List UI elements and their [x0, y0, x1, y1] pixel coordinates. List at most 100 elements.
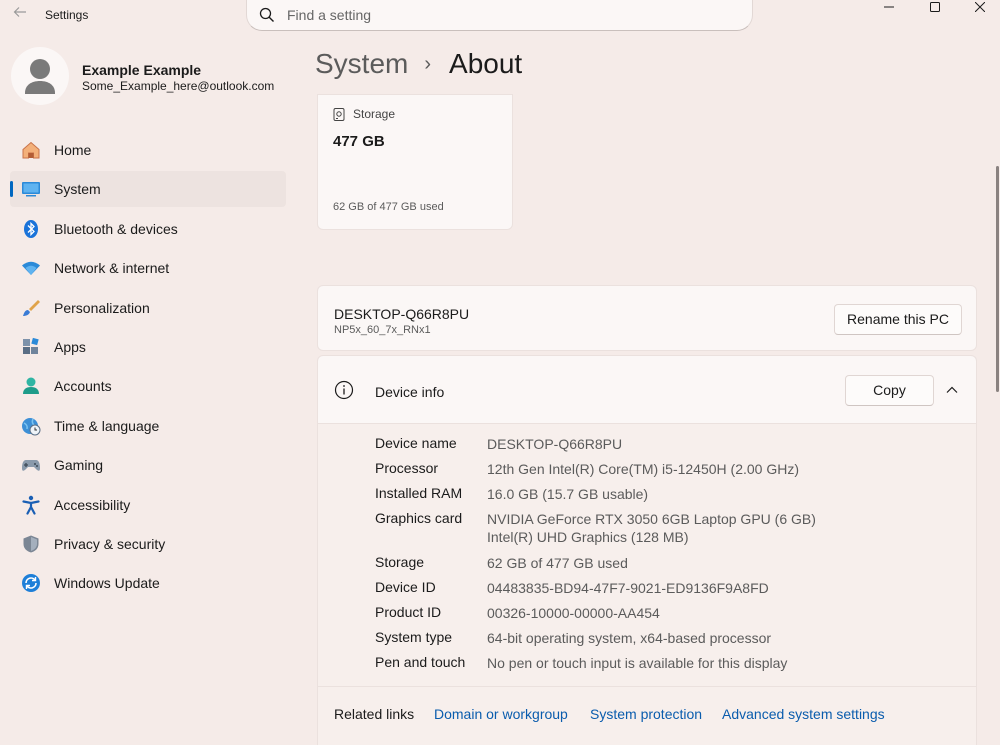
system-protection-link[interactable]: System protection — [590, 706, 702, 722]
sidebar-item-label: Network & internet — [54, 260, 170, 277]
info-row-processor: Processor 12th Gen Intel(R) Core(TM) i5-… — [375, 460, 799, 478]
profile-name: Example Example — [82, 62, 202, 78]
info-value: 62 GB of 477 GB used — [487, 555, 628, 571]
info-value: 64-bit operating system, x64-based proce… — [487, 630, 772, 646]
accounts-icon — [21, 376, 41, 396]
profile-email: Some_Example_here@outlook.com — [82, 79, 275, 93]
title-bar: Settings — [0, 0, 1000, 34]
info-row-product-id: Product ID 00326-10000-00000-AA454 — [375, 604, 660, 622]
pc-model: NP5x_60_7x_RNx1 — [334, 324, 431, 336]
wifi-icon — [21, 258, 41, 278]
person-icon — [25, 59, 55, 94]
apps-icon — [21, 337, 41, 357]
search-box[interactable] — [246, 0, 753, 31]
sidebar-item-label: Home — [54, 142, 92, 158]
info-row-device-name: Device name DESKTOP-Q66R8PU — [375, 435, 622, 453]
sidebar-item-label: Privacy & security — [54, 535, 166, 552]
search-input[interactable] — [287, 5, 727, 25]
arrow-left-icon — [13, 7, 26, 17]
info-row-installed-ram: Installed RAM 16.0 GB (15.7 GB usable) — [375, 485, 648, 503]
bluetooth-icon — [21, 219, 41, 239]
sidebar-item-label: Gaming — [54, 457, 104, 474]
page-title: About — [449, 48, 523, 79]
info-value: DESKTOP-Q66R8PU — [487, 436, 623, 452]
info-key: System type — [375, 629, 453, 645]
info-key: Pen and touch — [375, 654, 466, 670]
info-value: 16.0 GB (15.7 GB usable) — [487, 486, 649, 502]
sidebar-item-personalization[interactable]: Personalization — [10, 290, 286, 326]
info-key: Processor — [375, 460, 439, 476]
sidebar-item-label: Time & language — [54, 417, 160, 434]
shield-icon — [21, 534, 41, 554]
advanced-system-settings-link[interactable]: Advanced system settings — [722, 706, 885, 722]
sidebar-item-label: Personalization — [54, 299, 150, 316]
maximize-button[interactable] — [912, 0, 958, 14]
info-key: Device ID — [375, 579, 436, 595]
rename-pc-button[interactable]: Rename this PC — [834, 304, 962, 335]
breadcrumb-parent[interactable]: System — [315, 48, 408, 80]
minimize-button[interactable] — [866, 0, 912, 14]
close-button[interactable] — [957, 0, 1000, 14]
sidebar-item-label: Windows Update — [54, 575, 160, 592]
related-links: Related links Domain or workgroup System… — [318, 686, 976, 745]
close-icon — [975, 2, 985, 12]
info-value: 04483835-BD94-47F7-9021-ED9136F9A8FD — [487, 580, 769, 596]
pc-name-card: DESKTOP-Q66R8PU NP5x_60_7x_RNx1 Rename t… — [317, 285, 977, 351]
info-key: Installed RAM — [375, 485, 463, 501]
device-info-title: Device info — [375, 384, 445, 400]
storage-label: Storage — [353, 107, 396, 121]
device-info-card: Device info Copy Device name DESKTOP-Q66… — [317, 355, 977, 745]
device-info-body: Device name DESKTOP-Q66R8PU Processor 12… — [318, 424, 976, 686]
sidebar-item-apps[interactable]: Apps — [10, 329, 286, 365]
sidebar-item-system[interactable]: System — [10, 171, 286, 208]
info-value-group: NVIDIA GeForce RTX 3050 6GB Laptop GPU (… — [487, 510, 816, 546]
breadcrumb: System › About — [315, 48, 522, 80]
info-row-pen-touch: Pen and touch No pen or touch input is a… — [375, 654, 787, 672]
sidebar-nav: Home System Bluetooth & devices Network … — [10, 132, 286, 605]
avatar[interactable] — [11, 47, 69, 105]
info-row-system-type: System type 64-bit operating system, x64… — [375, 629, 771, 647]
info-icon — [334, 380, 354, 405]
info-row-storage: Storage 62 GB of 477 GB used — [375, 554, 628, 572]
gamepad-icon — [21, 455, 41, 475]
copy-button[interactable]: Copy — [845, 375, 934, 406]
app-title: Settings — [45, 8, 89, 22]
sidebar-item-windows-update[interactable]: Windows Update — [10, 565, 286, 601]
accessibility-icon — [21, 495, 41, 515]
minimize-icon — [884, 6, 894, 8]
home-icon — [21, 140, 41, 160]
sidebar-item-home[interactable]: Home — [10, 132, 286, 168]
search-icon — [259, 7, 274, 22]
breadcrumb-separator: › — [424, 52, 432, 75]
maximize-icon — [930, 2, 940, 12]
back-button[interactable] — [10, 5, 30, 25]
sidebar-item-time-language[interactable]: Time & language — [10, 408, 286, 444]
sidebar-item-privacy-security[interactable]: Privacy & security — [10, 526, 286, 562]
device-info-header[interactable]: Device info Copy — [318, 356, 976, 424]
info-value: 12th Gen Intel(R) Core(TM) i5-12450H (2.… — [487, 461, 799, 477]
update-icon — [21, 573, 41, 593]
sidebar-item-label: Apps — [54, 338, 86, 355]
storage-icon — [333, 108, 345, 126]
sidebar-item-gaming[interactable]: Gaming — [10, 447, 286, 483]
info-value: NVIDIA GeForce RTX 3050 6GB Laptop GPU (… — [487, 511, 816, 527]
sidebar-item-accessibility[interactable]: Accessibility — [10, 487, 286, 523]
related-links-label: Related links — [334, 706, 415, 722]
sidebar-item-label: Accessibility — [54, 496, 131, 513]
storage-used: 62 GB of 477 GB used — [333, 201, 444, 213]
storage-card[interactable]: Storage 477 GB 62 GB of 477 GB used — [317, 94, 513, 230]
info-key: Storage — [375, 554, 425, 570]
scrollbar[interactable] — [996, 166, 999, 392]
sidebar-item-accounts[interactable]: Accounts — [10, 368, 286, 404]
sidebar-item-label: Bluetooth & devices — [54, 220, 178, 237]
sidebar-item-label: System — [54, 181, 101, 198]
globe-clock-icon — [21, 416, 41, 436]
domain-workgroup-link[interactable]: Domain or workgroup — [434, 706, 568, 722]
chevron-up-icon[interactable] — [945, 383, 959, 402]
sidebar-item-bluetooth[interactable]: Bluetooth & devices — [10, 211, 286, 247]
info-row-graphics-card: Graphics card NVIDIA GeForce RTX 3050 6G… — [375, 510, 816, 546]
sidebar-item-label: Accounts — [54, 378, 112, 395]
storage-total: 477 GB — [333, 133, 385, 150]
info-value: 00326-10000-00000-AA454 — [487, 605, 660, 621]
sidebar-item-network[interactable]: Network & internet — [10, 250, 286, 286]
